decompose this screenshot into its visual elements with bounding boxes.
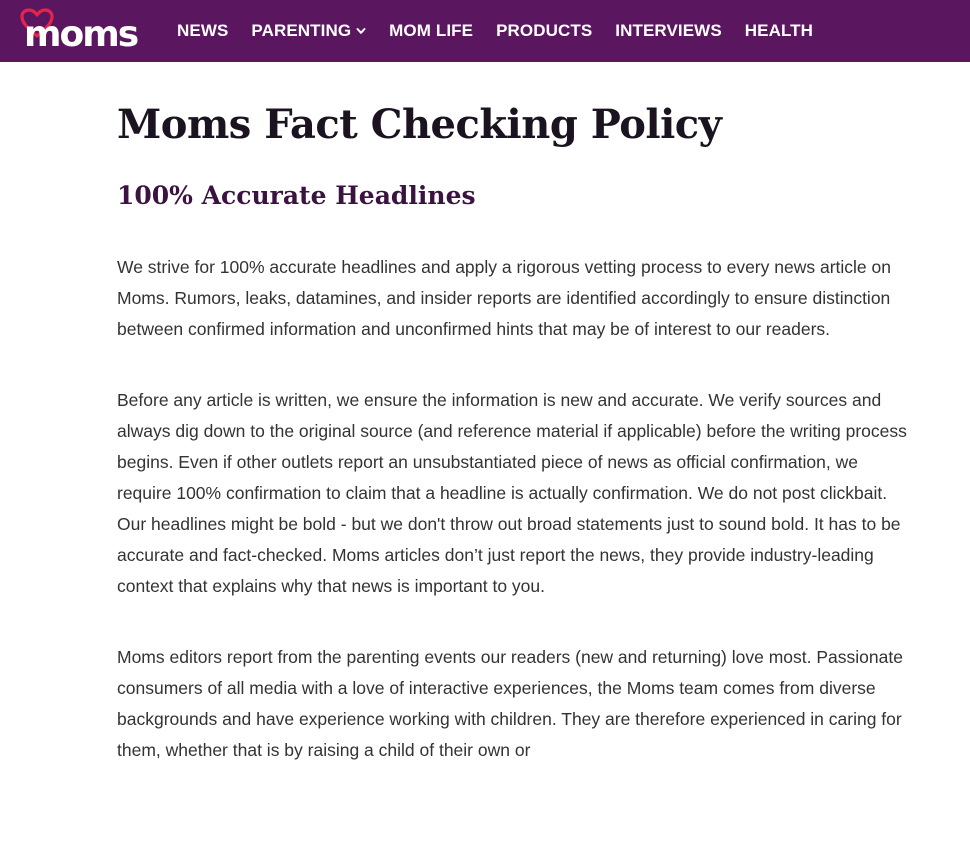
chevron-down-icon[interactable] (356, 26, 366, 36)
nav-item-label: NEWS (177, 21, 229, 40)
nav-item-label: HEALTH (744, 21, 814, 40)
section-heading: 100% Accurate Headlines (117, 181, 476, 210)
paragraph-3: Moms editors report from the parenting e… (117, 647, 903, 760)
nav-item-products[interactable]: PRODUCTS (496, 21, 592, 41)
nav-item-label: PRODUCTS (496, 21, 593, 40)
paragraph-1: We strive for 100% accurate headlines an… (117, 257, 891, 339)
nav-item-label: MOM LIFE (389, 21, 474, 40)
logo-wordmark: moms (24, 14, 139, 55)
nav-item-news[interactable]: NEWS (177, 21, 228, 41)
article-content: Moms Fact Checking Policy 100% Accurate … (117, 62, 917, 766)
nav-item-label: INTERVIEWS (615, 21, 722, 40)
site-logo[interactable]: moms (10, 4, 150, 56)
nav-item-label: PARENTING (251, 21, 352, 40)
nav-item-mom-life[interactable]: MOM LIFE (389, 21, 473, 41)
site-header: moms NEWS PARENTING MOM LIFE PRODUCTS IN… (0, 0, 970, 62)
nav-item-interviews[interactable]: INTERVIEWS (615, 21, 721, 41)
nav-item-parenting[interactable]: PARENTING (251, 21, 366, 41)
main-nav: NEWS PARENTING MOM LIFE PRODUCTS INTERVI… (177, 0, 836, 62)
nav-item-health[interactable]: HEALTH (745, 21, 813, 41)
paragraph-2: Before any article is written, we ensure… (117, 390, 907, 596)
page-title: Moms Fact Checking Policy (117, 101, 722, 148)
